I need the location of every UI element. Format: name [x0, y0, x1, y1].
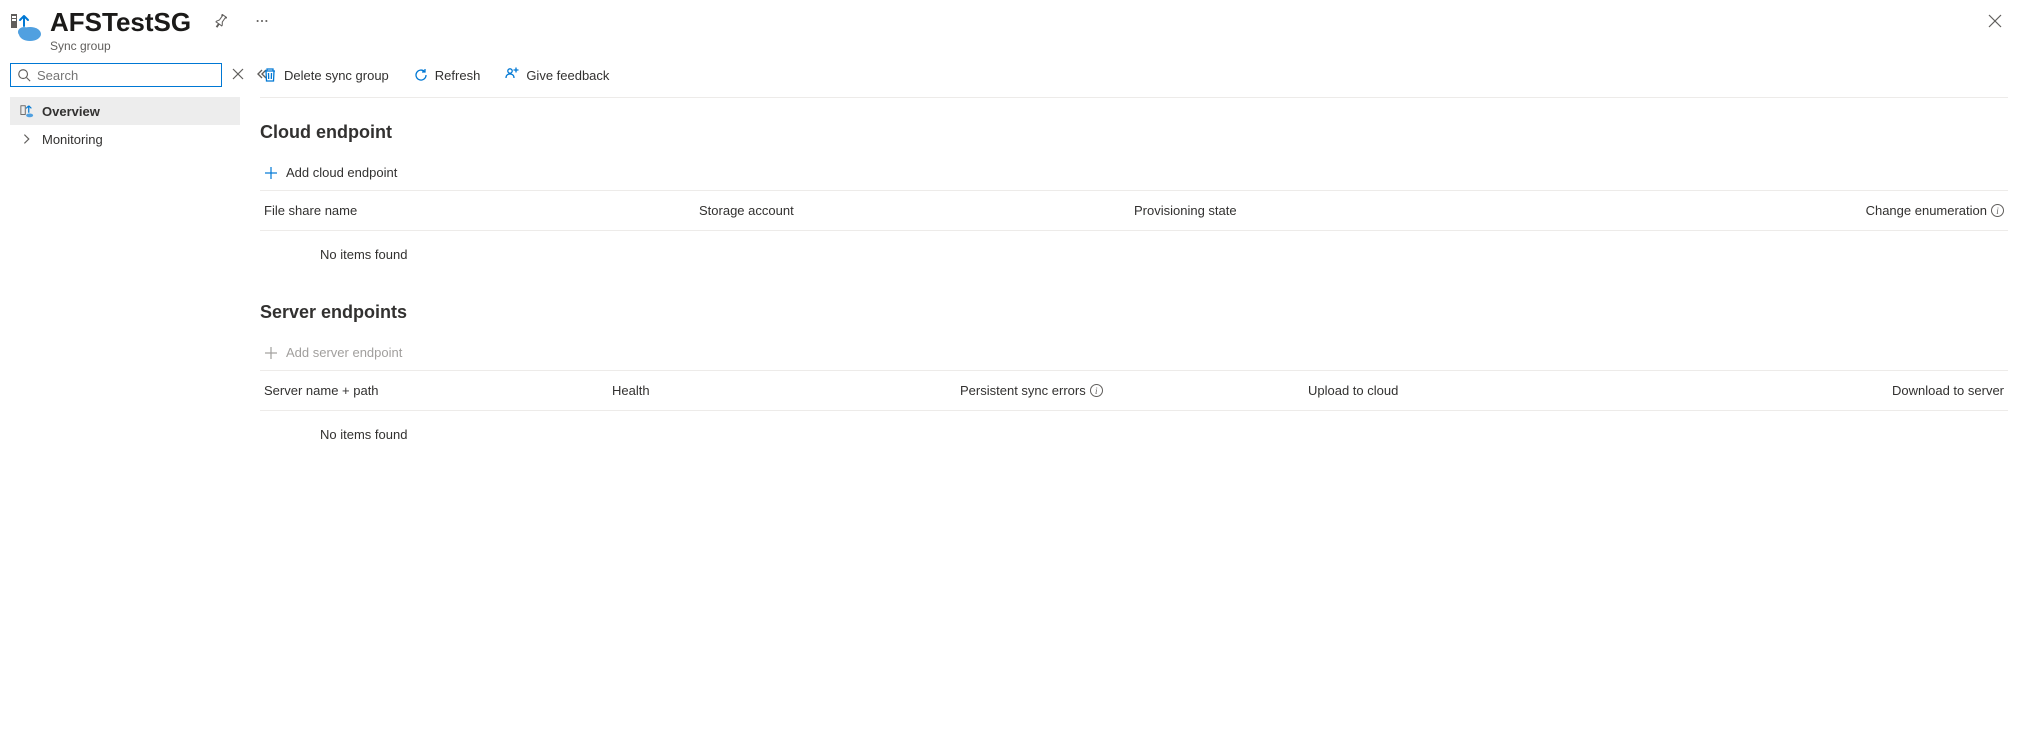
page-subtitle: Sync group	[50, 39, 275, 53]
col-persistent-errors: Persistent sync errors i	[960, 383, 1308, 398]
sidebar-item-label: Overview	[42, 104, 100, 119]
cloud-table-header: File share name Storage account Provisio…	[260, 191, 2008, 231]
cloud-endpoint-title: Cloud endpoint	[260, 122, 2008, 143]
toolbar: Delete sync group Refresh Give feedback	[260, 63, 2008, 98]
add-cloud-endpoint-button[interactable]: Add cloud endpoint	[260, 157, 2008, 191]
refresh-button[interactable]: Refresh	[411, 63, 483, 87]
overview-icon	[20, 104, 34, 118]
plus-icon	[264, 346, 278, 360]
page-header: AFSTestSG Sync group	[10, 8, 2008, 53]
col-server-name-path: Server name + path	[264, 383, 612, 398]
main-content: Delete sync group Refresh Give feedback	[260, 63, 2008, 482]
col-file-share: File share name	[264, 203, 699, 218]
col-download: Download to server	[1656, 383, 2004, 398]
server-endpoints-section: Server endpoints Add server endpoint Ser…	[260, 302, 2008, 442]
col-storage-account: Storage account	[699, 203, 1134, 218]
search-icon	[17, 68, 31, 82]
col-upload: Upload to cloud	[1308, 383, 1656, 398]
server-table-header: Server name + path Health Persistent syn…	[260, 371, 2008, 411]
chevron-right-icon	[20, 132, 34, 146]
cloud-empty-message: No items found	[260, 231, 2008, 262]
sidebar-item-label: Monitoring	[42, 132, 103, 147]
info-icon[interactable]: i	[1991, 204, 2004, 217]
add-server-endpoint-button: Add server endpoint	[260, 337, 2008, 371]
server-empty-message: No items found	[260, 411, 2008, 442]
sidebar-item-monitoring[interactable]: Monitoring	[10, 125, 240, 153]
col-health: Health	[612, 383, 960, 398]
server-endpoints-title: Server endpoints	[260, 302, 2008, 323]
close-button[interactable]	[1982, 8, 2008, 37]
page-title: AFSTestSG	[50, 8, 191, 37]
pin-button[interactable]	[207, 8, 233, 37]
sidebar-item-overview[interactable]: Overview	[10, 97, 240, 125]
feedback-icon	[504, 67, 520, 83]
more-button[interactable]	[249, 8, 275, 37]
refresh-icon	[413, 67, 429, 83]
info-icon[interactable]: i	[1090, 384, 1103, 397]
search-clear-button[interactable]	[230, 66, 246, 85]
sync-group-icon	[10, 12, 42, 44]
delete-icon	[262, 67, 278, 83]
col-change-enumeration: Change enumeration i	[1569, 203, 2004, 218]
plus-icon	[264, 166, 278, 180]
cloud-endpoint-section: Cloud endpoint Add cloud endpoint File s…	[260, 122, 2008, 262]
search-input[interactable]	[35, 67, 215, 84]
sidebar: Overview Monitoring	[10, 63, 240, 482]
give-feedback-button[interactable]: Give feedback	[502, 63, 611, 87]
delete-sync-group-button[interactable]: Delete sync group	[260, 63, 391, 87]
search-box[interactable]	[10, 63, 222, 87]
col-provisioning: Provisioning state	[1134, 203, 1569, 218]
